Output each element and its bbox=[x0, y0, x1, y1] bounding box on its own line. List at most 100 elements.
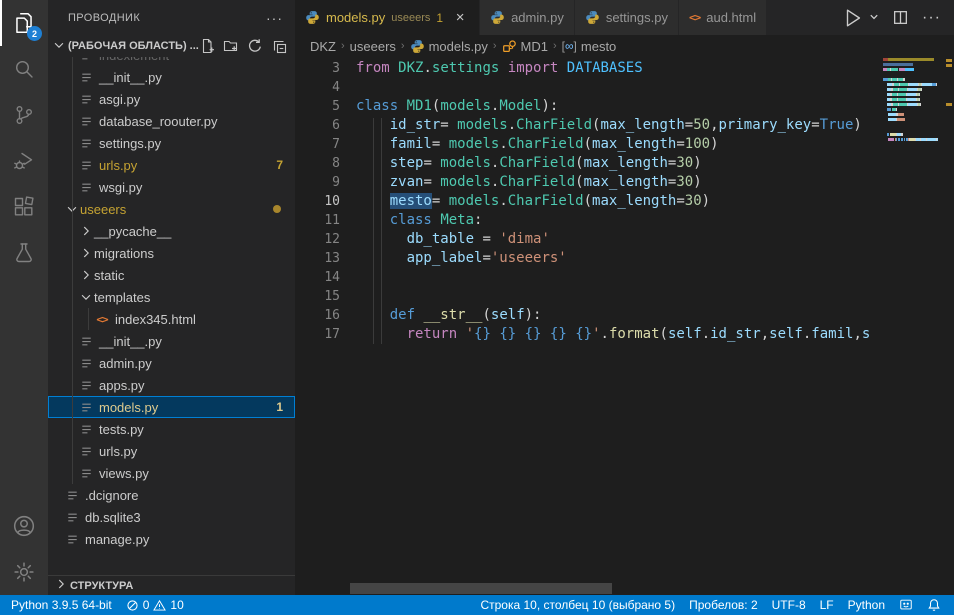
tree-item-label: views.py bbox=[99, 466, 149, 481]
refresh-icon[interactable] bbox=[247, 38, 263, 54]
tab-models.py[interactable]: models.pyuseeers1× bbox=[295, 0, 480, 35]
line-number: 9 bbox=[295, 173, 340, 192]
tree-folder-templates[interactable]: templates bbox=[48, 286, 295, 308]
code-line-5[interactable]: 5class MD1(models.Model): bbox=[295, 97, 880, 116]
activity-testing[interactable] bbox=[0, 230, 48, 276]
tab-aud.html[interactable]: <>aud.html bbox=[679, 0, 767, 35]
code-line-9[interactable]: 9 zvan= models.CharField(max_length=30) bbox=[295, 173, 880, 192]
py-file-icon bbox=[78, 157, 94, 173]
tree-item-label: indexlement bbox=[99, 57, 169, 63]
activity-explorer[interactable]: 2 bbox=[0, 0, 48, 46]
tree-item-urls.py[interactable]: urls.py7 bbox=[48, 154, 295, 176]
tab-settings.py[interactable]: settings.py bbox=[575, 0, 679, 35]
source-control-icon bbox=[12, 103, 36, 127]
status-problems[interactable]: 010 bbox=[119, 595, 191, 615]
py-file-icon bbox=[78, 179, 94, 195]
horizontal-scrollbar[interactable] bbox=[350, 583, 612, 594]
activity-bar: 2 bbox=[0, 0, 48, 595]
new-folder-icon[interactable] bbox=[223, 38, 239, 54]
line-number: 6 bbox=[295, 116, 340, 135]
code-line-15[interactable]: 15 bbox=[295, 287, 880, 306]
code-line-11[interactable]: 11 class Meta: bbox=[295, 211, 880, 230]
status-eol[interactable]: LF bbox=[813, 595, 841, 615]
tree-item-__init__.py[interactable]: __init__.py bbox=[48, 330, 295, 352]
activity-source-control[interactable] bbox=[0, 92, 48, 138]
warning-mark bbox=[946, 103, 952, 106]
tree-folder-useeers[interactable]: useeers bbox=[48, 198, 295, 220]
new-file-icon[interactable] bbox=[199, 38, 215, 54]
tree-item-database_roouter.py[interactable]: database_roouter.py bbox=[48, 110, 295, 132]
outline-section-header[interactable]: СТРУКТУРА bbox=[48, 575, 295, 595]
code-line-7[interactable]: 7 famil= models.CharField(max_length=100… bbox=[295, 135, 880, 154]
warning-icon bbox=[153, 599, 166, 612]
tree-item-__init__.py[interactable]: __init__.py bbox=[48, 66, 295, 88]
tree-item-indexlement[interactable]: indexlement bbox=[48, 57, 295, 66]
status-indentation[interactable]: Пробелов: 2 bbox=[682, 595, 765, 615]
tree-item-asgi.py[interactable]: asgi.py bbox=[48, 88, 295, 110]
status-encoding[interactable]: UTF-8 bbox=[765, 595, 813, 615]
close-icon[interactable]: × bbox=[451, 9, 469, 27]
breadcrumb-label: useeers bbox=[350, 39, 396, 54]
code-line-13[interactable]: 13 app_label='useeers' bbox=[295, 249, 880, 268]
tree-item-manage.py[interactable]: manage.py bbox=[48, 528, 295, 550]
file-tree: indexlement__init__.pyasgi.pydatabase_ro… bbox=[48, 57, 295, 575]
explorer-sidebar: ПРОВОДНИК ··· (РАБОЧАЯ ОБЛАСТЬ) ... inde… bbox=[48, 0, 295, 595]
tree-item-tests.py[interactable]: tests.py bbox=[48, 418, 295, 440]
tree-item-.dcignore[interactable]: .dcignore bbox=[48, 484, 295, 506]
breadcrumb-DKZ[interactable]: DKZ bbox=[310, 39, 336, 54]
line-number: 4 bbox=[295, 78, 340, 97]
activity-account[interactable] bbox=[0, 503, 48, 549]
code-line-17[interactable]: 17 return '{} {} {} {} {}'.format(self.i… bbox=[295, 325, 880, 344]
extensions-icon bbox=[12, 195, 36, 219]
run-button[interactable] bbox=[842, 7, 879, 29]
minimap[interactable] bbox=[880, 57, 945, 595]
activity-manage[interactable] bbox=[0, 549, 48, 595]
activity-extensions[interactable] bbox=[0, 184, 48, 230]
status-python-interpreter[interactable]: Python 3.9.5 64-bit bbox=[4, 595, 119, 615]
status-notifications[interactable] bbox=[920, 595, 948, 615]
status-language-mode[interactable]: Python bbox=[841, 595, 892, 615]
tree-item-wsgi.py[interactable]: wsgi.py bbox=[48, 176, 295, 198]
chevron-down-icon bbox=[78, 290, 94, 304]
tree-item-apps.py[interactable]: apps.py bbox=[48, 374, 295, 396]
code-line-12[interactable]: 12 db_table = 'dima' bbox=[295, 230, 880, 249]
code-line-8[interactable]: 8 step= models.CharField(max_length=30) bbox=[295, 154, 880, 173]
breadcrumb-useeers[interactable]: useeers bbox=[350, 39, 396, 54]
more-actions-button[interactable]: ··· bbox=[922, 9, 941, 27]
code-line-6[interactable]: 6 id_str= models.CharField(max_length=50… bbox=[295, 116, 880, 135]
tree-folder-__pycache__[interactable]: __pycache__ bbox=[48, 220, 295, 242]
breadcrumb-MD1[interactable]: MD1 bbox=[502, 39, 548, 54]
breadcrumb-separator: › bbox=[553, 40, 557, 52]
code-line-4[interactable]: 4 bbox=[295, 78, 880, 97]
tree-item-label: db.sqlite3 bbox=[85, 510, 141, 525]
status-feedback[interactable] bbox=[892, 595, 920, 615]
tree-item-models.py[interactable]: models.py1 bbox=[48, 396, 295, 418]
activity-run-and-debug[interactable] bbox=[0, 138, 48, 184]
breadcrumb-models.py[interactable]: models.py bbox=[410, 39, 488, 54]
collapse-all-icon[interactable] bbox=[271, 38, 287, 54]
tree-item-views.py[interactable]: views.py bbox=[48, 462, 295, 484]
warning-mark bbox=[946, 59, 952, 62]
code-line-10[interactable]: 10 mesto= models.CharField(max_length=30… bbox=[295, 192, 880, 211]
tree-item-admin.py[interactable]: admin.py bbox=[48, 352, 295, 374]
code-line-3[interactable]: 3from DKZ.settings import DATABASES bbox=[295, 59, 880, 78]
tree-folder-migrations[interactable]: migrations bbox=[48, 242, 295, 264]
split-editor-button[interactable] bbox=[892, 9, 909, 26]
activity-search[interactable] bbox=[0, 46, 48, 92]
tree-folder-static[interactable]: static bbox=[48, 264, 295, 286]
workspace-section-header[interactable]: (РАБОЧАЯ ОБЛАСТЬ) ... bbox=[48, 35, 295, 57]
status-cursor-position[interactable]: Строка 10, столбец 10 (выбрано 5) bbox=[473, 595, 682, 615]
tree-item-settings.py[interactable]: settings.py bbox=[48, 132, 295, 154]
status-label: Python bbox=[848, 598, 885, 612]
tree-item-label: models.py bbox=[99, 400, 158, 415]
tab-admin.py[interactable]: admin.py bbox=[480, 0, 575, 35]
code-editor[interactable]: 3from DKZ.settings import DATABASES45cla… bbox=[295, 57, 954, 595]
code-line-16[interactable]: 16 def __str__(self): bbox=[295, 306, 880, 325]
tree-item-urls.py[interactable]: urls.py bbox=[48, 440, 295, 462]
line-number: 3 bbox=[295, 59, 340, 78]
more-actions-icon[interactable]: ··· bbox=[266, 10, 283, 26]
breadcrumb-mesto[interactable]: [∞]mesto bbox=[562, 39, 617, 54]
tree-item-db.sqlite3[interactable]: db.sqlite3 bbox=[48, 506, 295, 528]
code-line-14[interactable]: 14 bbox=[295, 268, 880, 287]
tree-item-index345.html[interactable]: <>index345.html bbox=[48, 308, 295, 330]
